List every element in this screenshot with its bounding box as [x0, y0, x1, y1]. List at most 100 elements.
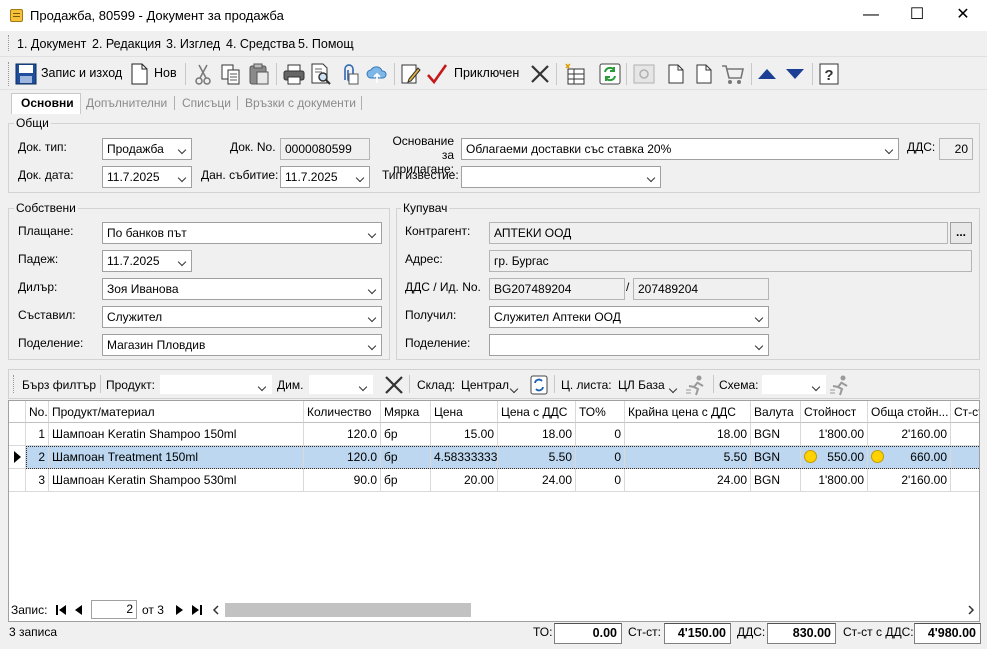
cell-value[interactable]: 1'800.00: [801, 423, 868, 446]
scroll-left-icon[interactable]: [209, 602, 223, 618]
arrow-down-icon[interactable]: [784, 62, 806, 86]
cart-icon[interactable]: [720, 62, 746, 86]
scroll-right-icon[interactable]: [964, 602, 978, 618]
cell-product[interactable]: Шампоан Treatment 150ml: [49, 446, 304, 469]
cloud-upload-icon[interactable]: [365, 62, 389, 86]
clear-filter-icon[interactable]: [383, 374, 405, 396]
doc-no-field[interactable]: 0000080599: [280, 138, 370, 160]
col-header-final-price[interactable]: Крайна цена с ДДС: [625, 401, 751, 423]
cell-value[interactable]: 1'800.00: [801, 469, 868, 492]
close-button[interactable]: ✕: [940, 0, 986, 31]
cell-total[interactable]: 660.00: [868, 446, 951, 469]
cancel-icon[interactable]: [529, 62, 551, 86]
vat-field[interactable]: 20: [939, 138, 973, 160]
cell-final-price[interactable]: 24.00: [625, 469, 751, 492]
scheme-select[interactable]: [762, 375, 826, 394]
cell-currency[interactable]: BGN: [751, 469, 801, 492]
cell-unit[interactable]: бр: [381, 469, 431, 492]
col-header-value[interactable]: Стойност: [801, 401, 868, 423]
page-copy-icon[interactable]: [694, 62, 714, 86]
tab-additional[interactable]: Допълнителни: [86, 96, 167, 110]
spreadsheet-icon[interactable]: [563, 62, 587, 86]
cell-value[interactable]: 550.00: [801, 446, 868, 469]
menu-view[interactable]: 3. Изглед: [166, 37, 220, 51]
record-number-input[interactable]: 2: [91, 600, 137, 619]
cell-total[interactable]: 2'160.00: [868, 469, 951, 492]
tab-document-links[interactable]: Връзки с документи: [245, 96, 356, 110]
partner-field[interactable]: АПТЕКИ ООД: [489, 222, 948, 244]
receiver-select[interactable]: Служител Аптеки ООД: [489, 306, 769, 328]
cell-discount[interactable]: 0: [576, 446, 625, 469]
author-select[interactable]: Служител: [102, 306, 382, 328]
cell-price-vat[interactable]: 18.00: [498, 423, 576, 446]
menu-edit[interactable]: 2. Редакция: [92, 37, 161, 51]
pricelist-select[interactable]: ЦЛ База: [618, 378, 682, 392]
copy-icon[interactable]: [220, 62, 242, 86]
cell-unit[interactable]: бр: [381, 423, 431, 446]
cell-currency[interactable]: BGN: [751, 423, 801, 446]
dealer-select[interactable]: Зоя Иванова: [102, 278, 382, 300]
due-date-picker[interactable]: 11.7.2025: [102, 250, 192, 272]
buyer-division-select[interactable]: [489, 334, 769, 356]
run-scheme-icon[interactable]: [685, 374, 707, 396]
new-button[interactable]: Нов: [154, 66, 177, 80]
cell-price[interactable]: 15.00: [431, 423, 498, 446]
col-header-cost[interactable]: Ст-ст: [951, 401, 979, 423]
horizontal-scrollbar-thumb[interactable]: [225, 603, 471, 617]
address-field[interactable]: гр. Бургас: [489, 250, 972, 272]
quick-filter-label[interactable]: Бърз филтър: [22, 378, 96, 392]
cell-cost[interactable]: [951, 469, 979, 492]
basis-select[interactable]: Облагаеми доставки със ставка 20%: [461, 138, 899, 160]
page-icon[interactable]: [666, 62, 686, 86]
run-scheme-icon[interactable]: [829, 374, 851, 396]
cell-quantity[interactable]: 120.0: [304, 423, 381, 446]
cell-currency[interactable]: BGN: [751, 446, 801, 469]
cell-total[interactable]: 2'160.00: [868, 423, 951, 446]
cell-discount[interactable]: 0: [576, 423, 625, 446]
arrow-up-icon[interactable]: [756, 62, 778, 86]
product-filter-select[interactable]: [160, 375, 272, 394]
col-header-discount[interactable]: ТО%: [576, 401, 625, 423]
minimize-button[interactable]: —: [848, 0, 894, 31]
last-record-icon[interactable]: [189, 602, 205, 618]
cell-price[interactable]: 20.00: [431, 469, 498, 492]
col-header-unit[interactable]: Мярка: [381, 401, 431, 423]
payment-select[interactable]: По банков път: [102, 222, 382, 244]
sync-icon[interactable]: [530, 374, 548, 396]
refresh-icon[interactable]: [598, 62, 622, 86]
cell-price-vat[interactable]: 5.50: [498, 446, 576, 469]
tab-lists[interactable]: Списъци: [182, 96, 231, 110]
notice-type-select[interactable]: [461, 166, 661, 188]
col-header-price-vat[interactable]: Цена с ДДС: [498, 401, 576, 423]
tab-main[interactable]: Основни: [21, 96, 74, 110]
cell-no[interactable]: 2: [26, 446, 49, 469]
id-no-field[interactable]: 207489204: [633, 278, 769, 300]
first-record-icon[interactable]: [53, 602, 69, 618]
print-preview-icon[interactable]: [309, 62, 333, 86]
cell-discount[interactable]: 0: [576, 469, 625, 492]
cell-final-price[interactable]: 18.00: [625, 423, 751, 446]
col-header-quantity[interactable]: Количество: [304, 401, 381, 423]
menu-tools[interactable]: 4. Средства: [226, 37, 295, 51]
cell-cost[interactable]: [951, 446, 979, 469]
vat-no-field[interactable]: BG207489204: [489, 278, 625, 300]
cell-product[interactable]: Шампоан Keratin Shampoo 530ml: [49, 469, 304, 492]
print-icon[interactable]: [282, 62, 306, 86]
col-header-total[interactable]: Обща стойн...: [868, 401, 951, 423]
cell-product[interactable]: Шампоан Keratin Shampoo 150ml: [49, 423, 304, 446]
cell-unit[interactable]: бр: [381, 446, 431, 469]
edit-note-icon[interactable]: [399, 62, 423, 86]
cell-cost[interactable]: [951, 423, 979, 446]
tax-event-picker[interactable]: 11.7.2025: [280, 166, 370, 188]
save-icon[interactable]: [14, 62, 38, 86]
next-record-icon[interactable]: [171, 602, 187, 618]
dim-filter-select[interactable]: [309, 375, 373, 394]
cell-no[interactable]: 1: [26, 423, 49, 446]
menu-document[interactable]: 1. Документ: [17, 37, 86, 51]
paste-icon[interactable]: [248, 62, 270, 86]
save-exit-button[interactable]: Запис и изход: [41, 66, 122, 80]
col-header-price[interactable]: Цена: [431, 401, 498, 423]
prev-record-icon[interactable]: [71, 602, 87, 618]
help-icon[interactable]: ?: [818, 62, 840, 86]
cell-final-price[interactable]: 5.50: [625, 446, 751, 469]
